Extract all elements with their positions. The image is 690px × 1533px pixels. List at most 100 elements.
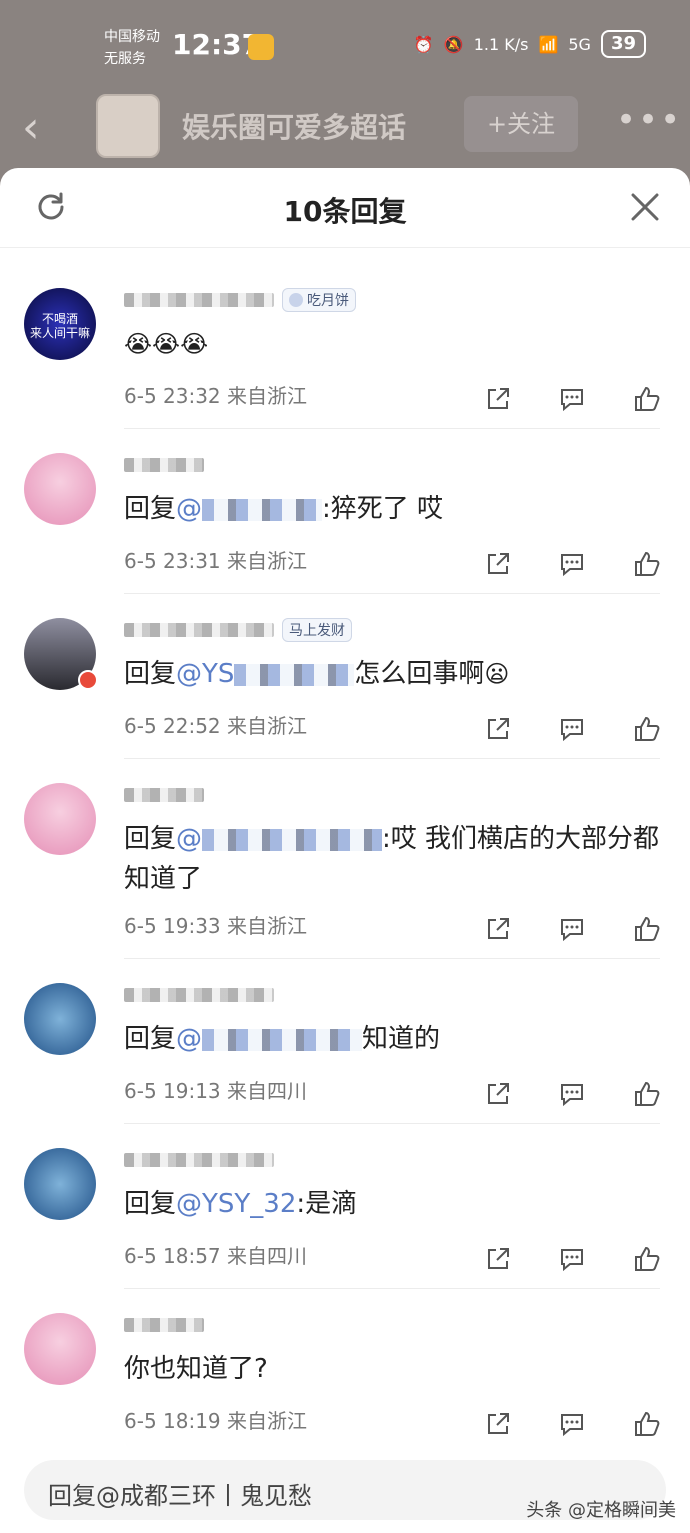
reply-meta: 6-5 18:19 来自浙江 (124, 1409, 308, 1433)
share-icon[interactable] (484, 715, 512, 743)
reply-actions (484, 1080, 660, 1108)
username[interactable]: 吃月饼 (124, 288, 356, 312)
username-redacted (124, 293, 274, 307)
share-icon[interactable] (484, 1410, 512, 1438)
mention-link[interactable]: @ (176, 824, 202, 854)
reply-content: 回复@YSY_32:是滴 (124, 1189, 358, 1219)
reply-actions (484, 715, 660, 743)
share-icon[interactable] (484, 1080, 512, 1108)
avatar[interactable] (24, 983, 96, 1055)
comment-icon[interactable] (558, 915, 586, 943)
mention-link[interactable]: @YS (176, 659, 234, 689)
share-icon[interactable] (484, 385, 512, 413)
comment-icon[interactable] (558, 715, 586, 743)
back-icon[interactable]: ‹ (22, 102, 40, 153)
username-redacted (124, 458, 204, 472)
reply-content: 回复@ 知道的 (124, 1024, 441, 1054)
reply-item: 你也知道了? 6-5 18:19 来自浙江 (0, 1289, 690, 1454)
comment-icon[interactable] (558, 1410, 586, 1438)
reply-actions (484, 550, 660, 578)
sheet-header: 10条回复 (0, 168, 690, 248)
reply-actions (484, 1410, 660, 1438)
battery-indicator: 39 (600, 30, 646, 58)
user-badge: 马上发财 (282, 618, 352, 642)
alarm-icon: ⏰ (413, 34, 434, 54)
reply-actions (484, 915, 660, 943)
avatar[interactable] (24, 1313, 96, 1385)
status-bar: 中国移动 无服务 12:37 ⏰ 🔕 1.1 K/s 📶 5G 39 (0, 0, 690, 90)
username[interactable] (124, 783, 204, 807)
like-icon[interactable] (632, 1410, 660, 1438)
share-icon[interactable] (484, 550, 512, 578)
more-icon[interactable]: ••• (616, 100, 682, 140)
reply-content: 回复@:哎 我们横店的大部分都知道了 (124, 824, 660, 894)
reply-meta: 6-5 22:52 来自浙江 (124, 714, 308, 738)
supertopic-header: ‹ 娱乐圈可爱多超话 +关注 ••• (0, 90, 690, 170)
avatar[interactable] (24, 453, 96, 525)
signal-label: 5G (568, 34, 591, 54)
net-speed: 1.1 K/s (473, 34, 529, 54)
mention-link[interactable]: @YSY_32 (176, 1189, 296, 1219)
reply-item: 马上发财 回复@YS 怎么回事啊😦 6-5 22:52 来自浙江 (0, 594, 690, 759)
like-icon[interactable] (632, 385, 660, 413)
user-badge: 吃月饼 (282, 288, 356, 312)
share-icon[interactable] (484, 1245, 512, 1273)
reply-meta: 6-5 23:32 来自浙江 (124, 384, 308, 408)
reply-actions (484, 385, 660, 413)
status-icons: ⏰ 🔕 1.1 K/s 📶 5G 39 (414, 30, 646, 58)
reply-content: 回复@YS 怎么回事啊😦 (124, 654, 664, 694)
verified-badge-icon (78, 670, 98, 690)
like-icon[interactable] (632, 915, 660, 943)
mute-icon: 🔕 (443, 34, 464, 54)
reply-content: 😭😭😭 (124, 324, 664, 364)
like-icon[interactable] (632, 550, 660, 578)
share-icon[interactable] (484, 915, 512, 943)
reply-item: 回复@:猝死了 哎 6-5 23:31 来自浙江 (0, 429, 690, 594)
mention-redacted (234, 663, 355, 686)
shocked-emoji: 😦 (484, 660, 510, 688)
username[interactable]: 马上发财 (124, 618, 352, 642)
reply-sheet: 10条回复 不喝酒 来人间干嘛 吃月饼 😭😭😭 6-5 23:32 来自浙江 回… (0, 168, 690, 1533)
crying-emoji: 😭😭😭 (124, 330, 209, 358)
comment-icon[interactable] (558, 550, 586, 578)
username-redacted (124, 1153, 274, 1167)
mention-redacted (202, 828, 383, 851)
like-icon[interactable] (632, 1080, 660, 1108)
username-redacted (124, 988, 274, 1002)
mention-redacted (202, 1028, 363, 1051)
carrier-info: 中国移动 无服务 (104, 29, 160, 67)
reply-content: 回复@:猝死了 哎 (124, 494, 444, 524)
username-redacted (124, 788, 204, 802)
reply-item: 回复@YSY_32:是滴 6-5 18:57 来自四川 (0, 1124, 690, 1289)
avatar[interactable] (24, 1148, 96, 1220)
username[interactable] (124, 1148, 274, 1172)
like-icon[interactable] (632, 1245, 660, 1273)
reply-meta: 6-5 19:13 来自四川 (124, 1079, 308, 1103)
watermark: 头条 @定格瞬间美 (526, 1500, 676, 1521)
reply-list: 不喝酒 来人间干嘛 吃月饼 😭😭😭 6-5 23:32 来自浙江 回复@:猝死了 … (0, 264, 690, 1454)
comment-icon[interactable] (558, 385, 586, 413)
sheet-title: 10条回复 (283, 195, 407, 228)
wifi-icon: 📶 (538, 34, 559, 54)
reply-meta: 6-5 19:33 来自浙江 (124, 914, 308, 938)
reply-meta: 6-5 23:31 来自浙江 (124, 549, 308, 573)
username[interactable] (124, 983, 274, 1007)
close-icon[interactable] (628, 190, 662, 224)
avatar[interactable]: 不喝酒 来人间干嘛 (24, 288, 96, 360)
mention-link[interactable]: @ (176, 494, 202, 524)
username-redacted (124, 623, 274, 637)
avatar[interactable] (24, 783, 96, 855)
weibo-notification-icon (248, 34, 274, 60)
reply-content: 你也知道了? (124, 1354, 268, 1384)
comment-icon[interactable] (558, 1245, 586, 1273)
mention-link[interactable]: @ (176, 1024, 202, 1054)
reply-item: 回复@:哎 我们横店的大部分都知道了 6-5 19:33 来自浙江 (0, 759, 690, 959)
follow-button[interactable]: +关注 (464, 96, 578, 152)
username[interactable] (124, 453, 204, 477)
like-icon[interactable] (632, 715, 660, 743)
comment-icon[interactable] (558, 1080, 586, 1108)
supertopic-title: 娱乐圈可爱多超话 (182, 111, 407, 144)
username[interactable] (124, 1313, 204, 1337)
reply-item: 回复@ 知道的 6-5 19:13 来自四川 (0, 959, 690, 1124)
username-redacted (124, 1318, 204, 1332)
